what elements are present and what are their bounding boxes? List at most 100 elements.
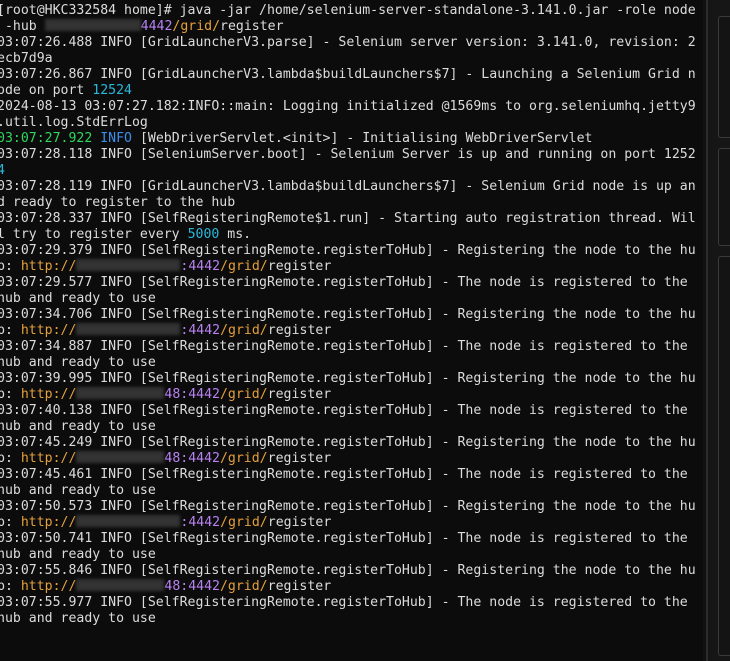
terminal-line: b: http:// 48:4442/grid/register [0,387,706,403]
terminal-text-segment: -hub [0,19,45,34]
terminal-text-segment: 03:07:40.138 INFO [SelfRegisteringRemote… [0,403,688,418]
terminal-text-segment: http:// [20,387,77,402]
panel-frame-middle [718,148,730,246]
terminal-text-segment: l try to register every [0,227,188,242]
redacted-host [76,515,181,527]
terminal-text-segment: 4442 [140,19,173,34]
terminal-text-segment: 03:07:26.867 INFO [GridLauncherV3.lambda… [0,67,696,82]
terminal-line: 03:07:26.488 INFO [GridLauncherV3.parse]… [0,35,706,51]
terminal-text-segment: 48:4442 [164,579,220,594]
terminal-line: 03:07:28.118 INFO [SeleniumServer.boot] … [0,147,706,163]
terminal-line: 03:07:27.922 INFO [WebDriverServlet.<ini… [0,131,706,147]
terminal-line: b: http:// 48:4442/grid/register [0,579,706,595]
terminal-text-segment: 03:07:34.887 INFO [SelfRegisteringRemote… [0,339,688,354]
terminal-line: 03:07:28.337 INFO [SelfRegisteringRemote… [0,211,706,227]
terminal-text-segment: 03:07:50.741 INFO [SelfRegisteringRemote… [0,531,688,546]
terminal-text-segment: b: [0,579,13,594]
terminal-line: .util.log.StdErrLog [0,115,706,131]
terminal-text-segment: http:// [20,515,77,530]
terminal-line: ode on port 12524 [0,83,706,99]
panel-frame-bottom [718,256,730,656]
terminal-line: [root@HKC332584 home]# java -jar /home/s… [0,3,706,19]
terminal-text-segment: 03:07:50.573 INFO [SelfRegisteringRemote… [0,499,696,514]
terminal-text-segment: 5000 [187,227,220,242]
terminal-text-segment: register [267,387,332,402]
terminal-text-segment: hub and ready to use [0,419,156,434]
terminal-text-segment: http:// [20,451,77,466]
terminal-line: 03:07:34.706 INFO [SelfRegisteringRemote… [0,307,706,323]
terminal-text-segment: b: [0,259,13,274]
redacted-host [76,579,165,591]
terminal-line: hub and ready to use [0,355,706,371]
terminal-text-segment: 03:07:55.846 INFO [SelfRegisteringRemote… [0,563,696,578]
terminal-text-segment: register [267,579,332,594]
terminal-text-segment: b: [0,515,13,530]
terminal-text-segment: 03:07:55.977 INFO [SelfRegisteringRemote… [0,595,688,610]
terminal-text-segment: b: [0,387,13,402]
terminal-line: 03:07:28.119 INFO [GridLauncherV3.lambda… [0,179,706,195]
terminal-text-segment: 48:4442 [164,387,220,402]
terminal-line: hub and ready to use [0,483,706,499]
terminal-text-segment: hub and ready to use [0,355,156,370]
terminal-text-segment: /grid/ [219,387,268,402]
terminal-text-segment: hub and ready to use [0,291,156,306]
terminal-text-segment: :4442 [180,323,221,338]
redacted-host [76,387,165,399]
terminal-text-segment: 03:07:45.461 INFO [SelfRegisteringRemote… [0,467,688,482]
terminal-line: 4 [0,163,706,179]
terminal-text-segment: /grid/ [220,323,268,338]
terminal-line: 03:07:55.846 INFO [SelfRegisteringRemote… [0,563,706,579]
terminal-text-segment: 03:07:34.706 INFO [SelfRegisteringRemote… [0,307,696,322]
terminal-line: l try to register every 5000 ms. [0,227,706,243]
terminal-text-segment: /grid/ [172,19,221,34]
terminal-text-segment: register [267,259,332,274]
terminal-text-segment: .util.log.StdErrLog [0,115,148,130]
terminal-line: b: http://:4442/grid/register [0,259,706,275]
terminal-text-segment: register [267,323,332,338]
terminal-text-segment: register [267,515,332,530]
terminal-line: -hub 4442/grid/register [0,19,706,35]
terminal-text-segment: http:// [20,323,77,338]
terminal-line: 03:07:26.867 INFO [GridLauncherV3.lambda… [0,67,706,83]
redacted-host [44,19,141,31]
panel-frame-top [718,16,730,138]
terminal-text-segment: INFO [100,131,132,146]
terminal-output[interactable]: [root@HKC332584 home]# java -jar /home/s… [0,3,706,627]
terminal-line: hub and ready to use [0,611,706,627]
terminal-line: hub and ready to use [0,419,706,435]
terminal-text-segment: 48:4442 [164,451,220,466]
terminal-window[interactable]: [root@HKC332584 home]# java -jar /home/s… [0,0,706,661]
terminal-text-segment: d ready to register to the hub [0,195,236,210]
terminal-text-segment: register [267,451,332,466]
terminal-text-segment: ecb7d9a [0,51,53,66]
terminal-text-segment: 03:07:29.577 INFO [SelfRegisteringRemote… [0,275,688,290]
terminal-text-segment: 03:07:26.488 INFO [GridLauncherV3.parse]… [0,35,696,50]
terminal-line: 03:07:39.995 INFO [SelfRegisteringRemote… [0,371,706,387]
terminal-text-segment: 03:07:39.995 INFO [SelfRegisteringRemote… [0,371,696,386]
terminal-line: b: http://:4442/grid/register [0,515,706,531]
terminal-line: hub and ready to use [0,547,706,563]
terminal-text-segment: :4442 [180,259,221,274]
terminal-line: hub and ready to use [0,291,706,307]
terminal-text-segment: [WebDriverServlet.<init>] - Initialising… [132,131,593,146]
terminal-line: 2024-08-13 03:07:27.182:INFO::main: Logg… [0,99,706,115]
terminal-text-segment: [root@HKC332584 home]# java -jar /home/s… [0,3,696,18]
terminal-text-segment: 12524 [92,83,132,98]
terminal-text-segment: http:// [20,579,77,594]
terminal-line: 03:07:29.577 INFO [SelfRegisteringRemote… [0,275,706,291]
panel-divider [706,0,708,661]
terminal-text-segment: 03:07:29.379 INFO [SelfRegisteringRemote… [0,243,696,258]
right-side-panel [706,0,730,661]
terminal-text-segment: b: [0,451,13,466]
terminal-text-segment: /grid/ [220,259,268,274]
terminal-line: b: http://:4442/grid/register [0,323,706,339]
terminal-text-segment: /grid/ [219,451,268,466]
redacted-host [76,259,181,271]
terminal-text-segment: hub and ready to use [0,547,156,562]
redacted-host [76,323,181,335]
terminal-text-segment: /grid/ [219,579,268,594]
terminal-text-segment: ms. [219,227,252,242]
terminal-text-segment: hub and ready to use [0,611,156,626]
terminal-text-segment: 03:07:28.337 INFO [SelfRegisteringRemote… [0,211,696,226]
terminal-text-segment: 03:07:45.249 INFO [SelfRegisteringRemote… [0,435,696,450]
